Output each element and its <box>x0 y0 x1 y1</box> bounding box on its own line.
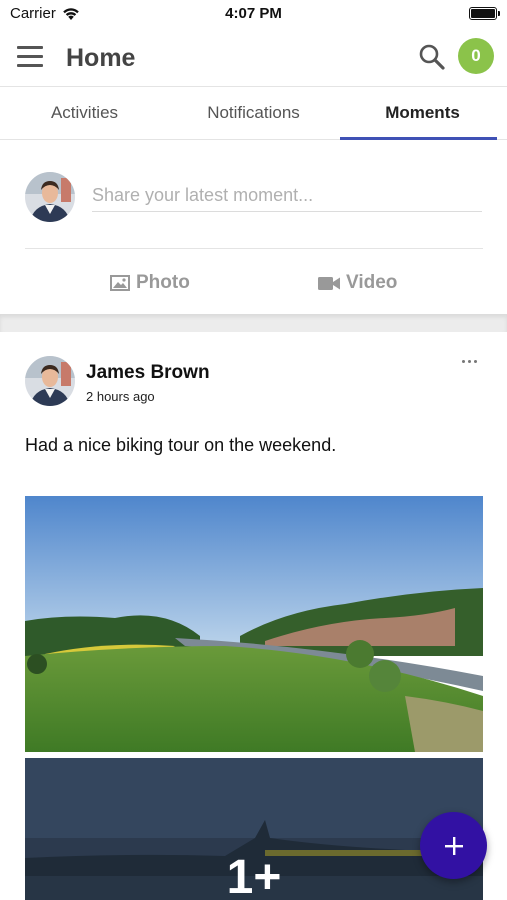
moment-composer: Photo Video <box>0 140 507 314</box>
page-title: Home <box>66 44 136 72</box>
author-name[interactable]: James Brown <box>86 362 210 384</box>
hamburger-menu-icon[interactable] <box>17 46 43 68</box>
status-bar: Carrier 4:07 PM <box>0 0 507 30</box>
add-moment-fab[interactable] <box>420 812 487 879</box>
tab-activities[interactable]: Activities <box>0 87 169 139</box>
battery-icon <box>469 7 500 20</box>
post-photo[interactable] <box>25 496 483 752</box>
photo-label: Photo <box>136 272 190 293</box>
section-divider <box>0 314 507 332</box>
author-avatar[interactable] <box>25 356 75 406</box>
video-label: Video <box>346 272 398 293</box>
more-options-icon[interactable] <box>462 360 477 363</box>
search-icon[interactable] <box>418 43 446 71</box>
tab-moments[interactable]: Moments <box>338 87 507 140</box>
image-icon <box>110 275 130 291</box>
tab-bar: Activities Notifications Moments <box>0 86 507 140</box>
moment-post: James Brown 2 hours ago Had a nice bikin… <box>0 332 507 900</box>
plus-icon <box>444 836 463 855</box>
status-time: 4:07 PM <box>225 5 282 22</box>
tab-notifications[interactable]: Notifications <box>169 87 338 139</box>
app-bar: Home 0 <box>0 30 507 86</box>
user-avatar <box>25 172 75 222</box>
composer-divider <box>25 248 483 249</box>
add-photo-button[interactable]: Photo <box>110 268 190 298</box>
video-camera-icon <box>318 276 340 290</box>
add-video-button[interactable]: Video <box>318 268 397 298</box>
post-photo-more[interactable]: 1+ <box>25 758 483 900</box>
more-photos-count: 1+ <box>226 851 282 900</box>
post-timestamp: 2 hours ago <box>86 389 155 404</box>
post-text: Had a nice biking tour on the weekend. <box>25 435 337 455</box>
share-moment-input[interactable] <box>92 180 482 212</box>
notification-count-badge[interactable]: 0 <box>458 38 494 74</box>
